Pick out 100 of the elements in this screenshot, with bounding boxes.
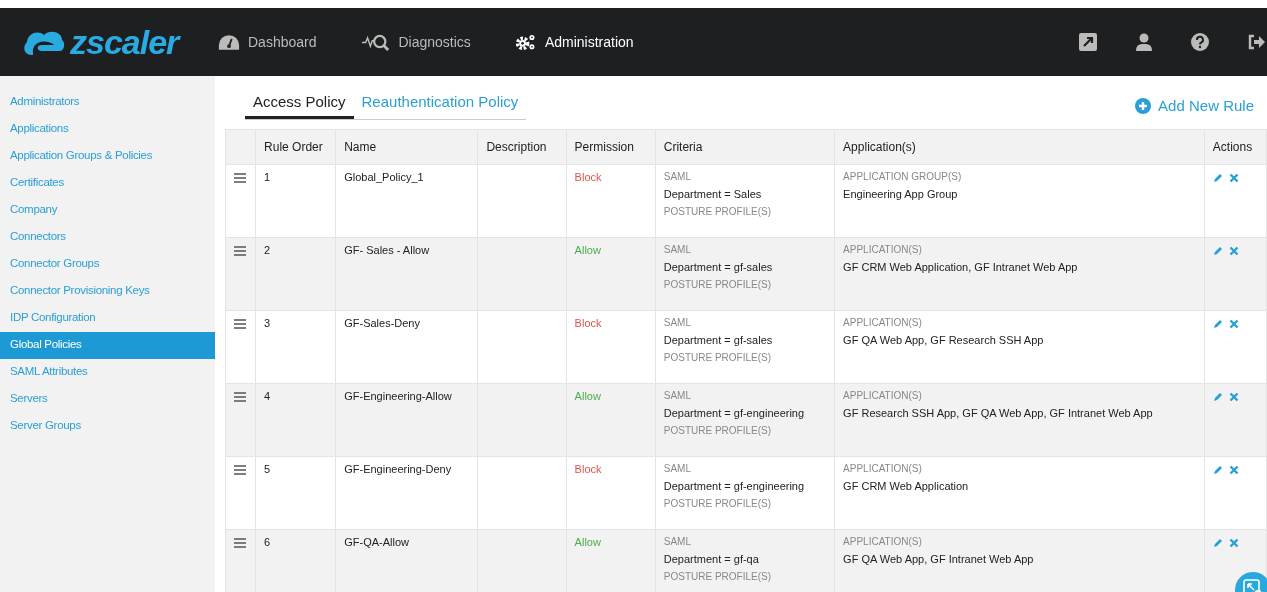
rule-order: 5 [264, 463, 271, 475]
delete-icon[interactable] [1228, 465, 1239, 475]
nav-tab[interactable]: Dashboard [218, 32, 317, 52]
drag-handle-icon[interactable] [234, 246, 246, 256]
drag-handle-icon[interactable] [234, 538, 246, 548]
posture-label: POSTURE PROFILE(S) [663, 571, 772, 582]
criteria-label: SAML [663, 171, 692, 182]
criteria-value: Department = gf-sales [663, 261, 774, 273]
delete-icon[interactable] [1228, 392, 1239, 402]
posture-label: POSTURE PROFILE(S) [663, 279, 772, 290]
column-header: Description [486, 140, 547, 154]
criteria-value: Department = gf-engineering [663, 407, 806, 419]
drag-handle-icon[interactable] [234, 173, 246, 183]
edit-pencil-icon[interactable] [1212, 173, 1223, 183]
column-header: Actions [1212, 140, 1253, 154]
sidebar-item[interactable]: Connectors [0, 224, 215, 251]
rule-name: GF-Engineering-Allow [344, 390, 452, 402]
applications-value: GF CRM Web Application, GF Intranet Web App [843, 261, 1079, 273]
permission-label: Block [574, 317, 602, 329]
posture-label: POSTURE PROFILE(S) [663, 352, 772, 363]
applications-value: GF QA Web App, GF Intranet Web App [843, 553, 1035, 565]
criteria-label: SAML [663, 244, 692, 255]
permission-label: Allow [574, 536, 601, 548]
logo-wordmark: zscaler [70, 22, 179, 62]
user-icon[interactable] [1135, 33, 1153, 51]
column-header: Name [344, 140, 377, 154]
applications-label: APPLICATION(S) [843, 390, 923, 401]
magnifier-icon [360, 32, 391, 52]
rule-order: 3 [264, 317, 271, 329]
criteria-value: Department = gf-sales [663, 334, 774, 346]
rule-name: GF-QA-Allow [344, 536, 409, 548]
permission-label: Block [574, 463, 602, 475]
column-header: Permission [574, 140, 634, 154]
edit-pencil-icon[interactable] [1212, 319, 1223, 329]
nav-tab[interactable]: Administration [514, 32, 634, 52]
permission-label: Block [574, 171, 602, 183]
rule-order: 1 [264, 171, 271, 183]
permission-label: Allow [574, 244, 601, 256]
column-header: Application(s) [843, 140, 916, 154]
gears-icon [514, 32, 537, 52]
rule-name: GF-Engineering-Deny [344, 463, 452, 475]
rule-name: GF-Sales-Deny [344, 317, 420, 329]
rule-order: 2 [264, 244, 271, 256]
applications-label: APPLICATION(S) [843, 317, 923, 328]
help-icon[interactable] [1191, 33, 1209, 51]
column-header: Criteria [663, 140, 703, 154]
rule-order: 4 [264, 390, 271, 402]
external-link-icon[interactable] [1079, 33, 1097, 51]
posture-label: POSTURE PROFILE(S) [663, 425, 772, 436]
nav-tab[interactable]: Diagnostics [360, 32, 471, 52]
criteria-label: SAML [663, 317, 692, 328]
drag-handle-icon[interactable] [234, 465, 246, 475]
criteria-label: SAML [663, 463, 692, 474]
applications-value: GF QA Web App, GF Research SSH App [843, 334, 1045, 346]
criteria-label: SAML [663, 536, 692, 547]
sidebar-item[interactable]: Server Groups [0, 413, 215, 440]
delete-icon[interactable] [1228, 319, 1239, 329]
edit-pencil-icon[interactable] [1212, 246, 1223, 256]
rule-name: Global_Policy_1 [344, 171, 424, 183]
sidebar-item[interactable]: SAML Attributes [0, 359, 215, 386]
tab[interactable]: Reauthentication Policy [353, 93, 527, 119]
sidebar-item[interactable]: Connector Groups [0, 251, 215, 278]
rule-name: GF- Sales - Allow [344, 244, 430, 256]
applications-label: APPLICATION(S) [843, 536, 923, 547]
delete-icon[interactable] [1228, 246, 1239, 256]
applications-value: Engineering App Group [843, 188, 959, 200]
column-header: Rule Order [264, 140, 323, 154]
add-rule-button[interactable]: Add New Rule [1135, 97, 1267, 120]
criteria-value: Department = gf-engineering [663, 480, 806, 492]
applications-label: APPLICATION(S) [843, 244, 923, 255]
logout-icon[interactable] [1247, 33, 1265, 51]
posture-label: POSTURE PROFILE(S) [663, 498, 772, 509]
sidebar-item[interactable]: Administrators [0, 89, 215, 116]
criteria-label: SAML [663, 390, 692, 401]
plus-circle-icon [1135, 97, 1152, 114]
sidebar-item[interactable]: Company [0, 197, 215, 224]
sidebar-item[interactable]: Certificates [0, 170, 215, 197]
rule-order: 6 [264, 536, 271, 548]
gauge-icon [218, 32, 240, 52]
edit-pencil-icon[interactable] [1212, 538, 1223, 548]
criteria-value: Department = gf-qa [663, 553, 760, 565]
applications-label: APPLICATION(S) [843, 463, 923, 474]
drag-handle-icon[interactable] [234, 392, 246, 402]
sidebar-item[interactable]: Application Groups & Policies [0, 143, 215, 170]
delete-icon[interactable] [1228, 538, 1239, 548]
sidebar-item[interactable]: IDP Configuration [0, 305, 215, 332]
drag-handle-icon[interactable] [234, 319, 246, 329]
sidebar-item[interactable]: Servers [0, 386, 215, 413]
edit-pencil-icon[interactable] [1212, 392, 1223, 402]
applications-value: GF Research SSH App, GF QA Web App, GF Intranet Web App [843, 407, 1154, 419]
tab[interactable]: Access Policy [245, 93, 354, 119]
edit-pencil-icon[interactable] [1212, 465, 1223, 475]
applications-value: GF CRM Web Application [843, 480, 970, 492]
sidebar-item[interactable]: Connector Provisioning Keys [0, 278, 215, 305]
criteria-value: Department = Sales [663, 188, 763, 200]
permission-label: Allow [574, 390, 601, 402]
sidebar-item[interactable]: Global Policies [0, 332, 215, 359]
sidebar-item[interactable]: Applications [0, 116, 215, 143]
posture-label: POSTURE PROFILE(S) [663, 206, 772, 217]
delete-icon[interactable] [1228, 173, 1239, 183]
